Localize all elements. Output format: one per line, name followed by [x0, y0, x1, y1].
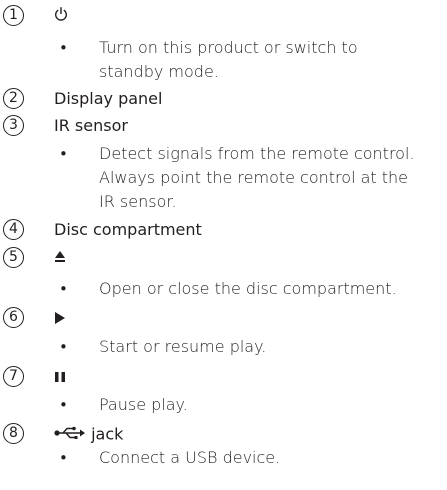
desc-line: Always point the remote control at the — [99, 168, 409, 187]
item-description: Pause play. — [99, 395, 188, 414]
item-number: 5 — [3, 247, 24, 268]
desc-line: IR sensor. — [99, 192, 177, 211]
item-number: 7 — [3, 366, 24, 387]
pause-icon — [54, 370, 66, 384]
item-description: Detect signals from the remote control. … — [99, 142, 447, 214]
item-title: IR sensor — [54, 116, 128, 135]
power-icon — [54, 6, 68, 22]
item-number: 6 — [3, 307, 24, 328]
desc-line: standby mode. — [99, 62, 219, 81]
desc-line: Turn on this product or switch to — [99, 38, 358, 57]
item-description: Connect a USB device. — [99, 448, 281, 467]
eject-icon — [54, 250, 66, 264]
bullet: • — [59, 396, 68, 414]
item-number: 1 — [3, 5, 24, 26]
bullet: • — [59, 280, 68, 298]
item-number: 4 — [3, 219, 24, 240]
item-description: Open or close the disc compartment. — [99, 279, 397, 298]
item-number: 8 — [3, 423, 24, 444]
item-number: 2 — [3, 88, 24, 109]
item-description: Turn on this product or switch to standb… — [99, 36, 447, 84]
item-description: Start or resume play. — [99, 337, 267, 356]
bullet: • — [59, 338, 68, 356]
item-number: 3 — [3, 115, 24, 136]
usb-icon — [54, 424, 86, 446]
item-title: Display panel — [54, 89, 163, 108]
bullet: • — [59, 39, 68, 57]
item-title: Disc compartment — [54, 220, 202, 239]
item-title: jack — [91, 424, 124, 444]
desc-line: Detect signals from the remote control. — [99, 144, 415, 163]
bullet: • — [59, 449, 68, 467]
bullet: • — [59, 145, 68, 163]
usb-jack-label: jack — [54, 423, 123, 446]
play-icon — [54, 311, 66, 325]
